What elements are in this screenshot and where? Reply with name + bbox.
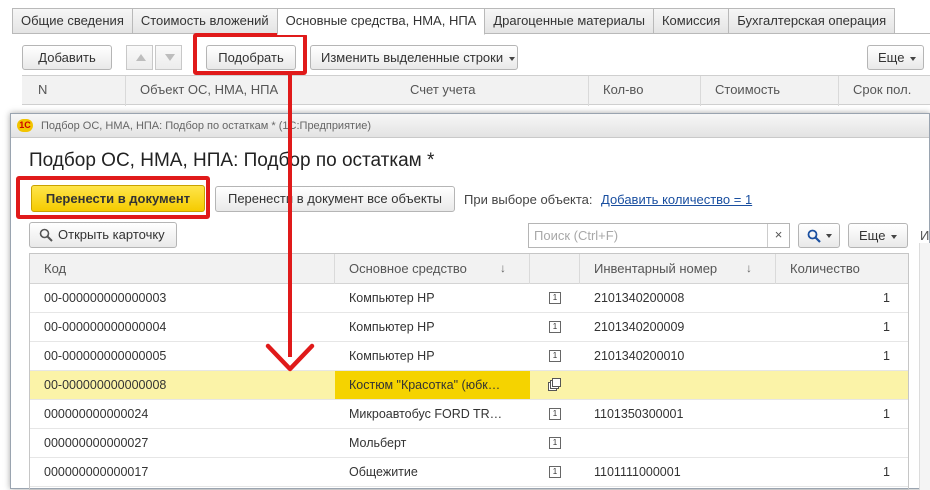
- tab-fixed-assets[interactable]: Основные средства, НМА, НПА: [276, 8, 486, 35]
- annotation-arrow: [265, 75, 315, 372]
